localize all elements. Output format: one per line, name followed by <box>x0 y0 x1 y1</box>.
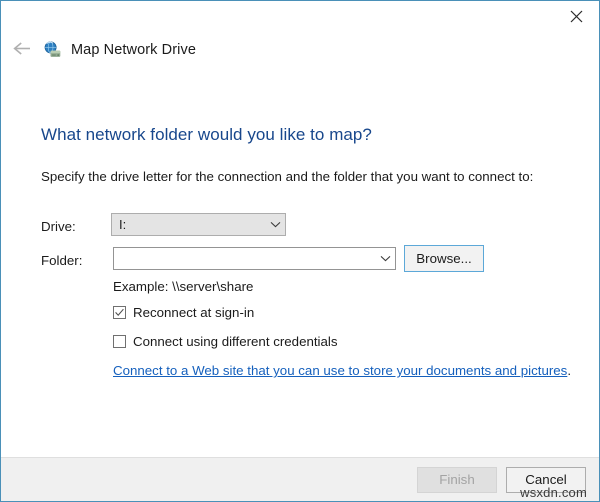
page-heading: What network folder would you like to ma… <box>41 125 372 144</box>
browse-button[interactable]: Browse... <box>404 245 484 272</box>
credentials-checkbox-label: Connect using different credentials <box>133 334 338 349</box>
drive-select[interactable]: I: <box>111 213 286 236</box>
close-icon <box>570 10 583 23</box>
reconnect-checkbox-label: Reconnect at sign-in <box>133 305 255 320</box>
instruction-text: Specify the drive letter for the connect… <box>41 169 534 184</box>
drive-selected-value: I: <box>119 217 127 232</box>
map-network-drive-window: Map Network Drive What network folder wo… <box>0 0 600 502</box>
drive-label: Drive: <box>41 219 76 234</box>
network-drive-icon <box>43 40 63 60</box>
web-site-link-period: . <box>567 363 572 378</box>
window-title: Map Network Drive <box>71 42 196 58</box>
back-button[interactable] <box>9 37 35 63</box>
close-button[interactable] <box>553 1 599 31</box>
chevron-down-icon[interactable] <box>375 255 395 262</box>
folder-label: Folder: <box>41 253 83 268</box>
navigation-row: Map Network Drive <box>1 33 599 67</box>
credentials-checkbox-row[interactable]: Connect using different credentials <box>113 334 338 349</box>
web-site-link[interactable]: Connect to a Web site that you can use t… <box>113 363 571 378</box>
reconnect-checkbox[interactable] <box>113 306 126 319</box>
title-bar <box>1 1 599 33</box>
chevron-down-icon <box>265 221 285 228</box>
reconnect-checkbox-row[interactable]: Reconnect at sign-in <box>113 305 254 320</box>
footer-bar: Finish Cancel <box>1 457 599 501</box>
folder-combobox[interactable] <box>113 247 396 270</box>
back-arrow-icon <box>12 41 32 59</box>
credentials-checkbox[interactable] <box>113 335 126 348</box>
web-site-link-text[interactable]: Connect to a Web site that you can use t… <box>113 363 567 378</box>
cancel-button[interactable]: Cancel <box>506 466 586 493</box>
content-area: What network folder would you like to ma… <box>1 67 599 460</box>
example-text: Example: \\server\share <box>113 279 254 294</box>
finish-button[interactable]: Finish <box>417 466 497 493</box>
